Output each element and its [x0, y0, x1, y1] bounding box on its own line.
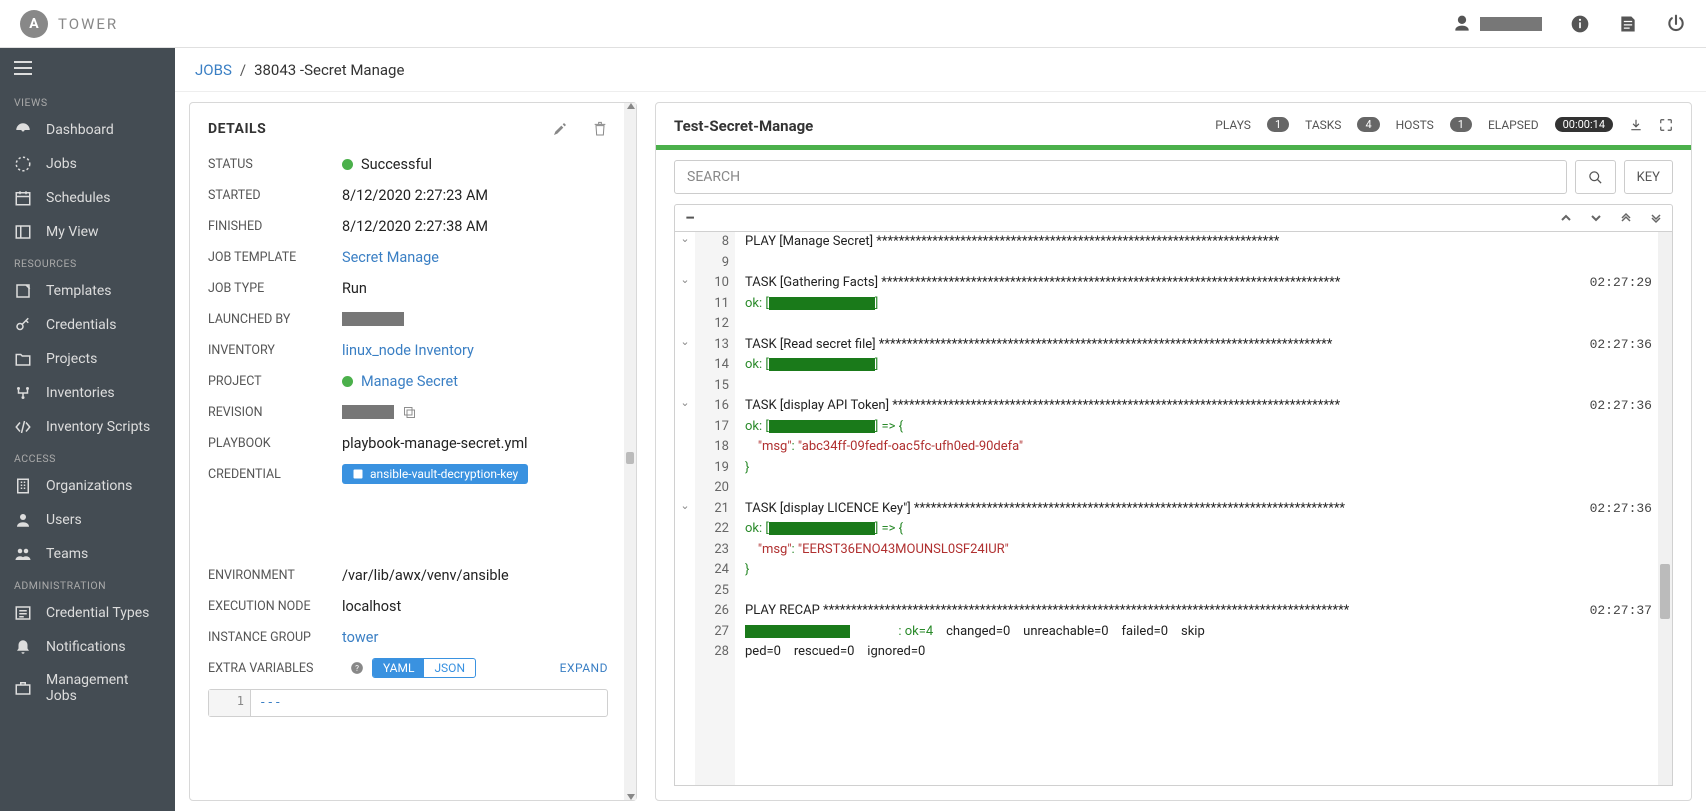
console-output[interactable]: ⌄⌄⌄⌄⌄ 8910111213141516171819202122232425…	[674, 232, 1673, 786]
format-toggle[interactable]: YAMLJSON	[372, 658, 476, 678]
breadcrumb-jobs[interactable]: JOBS	[195, 61, 232, 79]
scroll-bottom-icon[interactable]	[1650, 212, 1662, 224]
plays-count: 1	[1267, 117, 1289, 132]
relaunch-icon[interactable]	[552, 121, 568, 137]
details-panel: DETAILS STATUSSuccessful STARTED8/12/202…	[189, 102, 637, 801]
started-value: 8/12/2020 2:27:23 AM	[342, 187, 488, 204]
inventory-scripts-icon	[14, 418, 32, 436]
sidebar-item-schedules[interactable]: Schedules	[0, 181, 175, 215]
status-value: Successful	[342, 156, 432, 173]
tasks-count: 4	[1357, 117, 1379, 132]
organizations-icon	[14, 477, 32, 495]
copy-icon[interactable]	[402, 405, 417, 420]
extra-vars-editor[interactable]: 1 ---	[208, 689, 608, 717]
sidebar-item-inventories[interactable]: Inventories	[0, 376, 175, 410]
username-redacted	[1480, 17, 1542, 31]
console-scrollbar[interactable]	[1658, 232, 1672, 785]
sidebar-section: ACCESS	[0, 444, 175, 469]
collapse-all-button[interactable]: −	[685, 208, 695, 229]
info-icon[interactable]	[1570, 14, 1590, 34]
sidebar-item-teams[interactable]: Teams	[0, 537, 175, 571]
sidebar-item-dashboard[interactable]: Dashboard	[0, 113, 175, 147]
sidebar-item-templates[interactable]: Templates	[0, 274, 175, 308]
output-title: Test-Secret-Manage	[674, 117, 813, 135]
inventories-icon	[14, 384, 32, 402]
sidebar-item-users[interactable]: Users	[0, 503, 175, 537]
hamburger-icon	[14, 61, 32, 75]
finished-value: 8/12/2020 2:27:38 AM	[342, 218, 488, 235]
sidebar-section: VIEWS	[0, 88, 175, 113]
svg-text:?: ?	[355, 663, 359, 673]
management-jobs-icon	[14, 679, 32, 697]
scroll-top-icon[interactable]	[1620, 212, 1632, 224]
sidebar-item-my-view[interactable]: My View	[0, 215, 175, 249]
sidebar-section: RESOURCES	[0, 249, 175, 274]
dashboard-icon	[14, 121, 32, 139]
logo[interactable]: A TOWER	[20, 10, 118, 38]
jobs-icon	[14, 155, 32, 173]
logo-icon: A	[20, 10, 48, 38]
credential-pill[interactable]: ansible-vault-decryption-key	[342, 464, 528, 484]
sidebar-toggle[interactable]	[0, 48, 175, 88]
expand-icon[interactable]	[1659, 118, 1673, 132]
power-icon[interactable]	[1666, 14, 1686, 34]
details-title: DETAILS	[208, 121, 266, 137]
schedules-icon	[14, 189, 32, 207]
projects-icon	[14, 350, 32, 368]
expand-button[interactable]: EXPAND	[560, 661, 608, 675]
key-button[interactable]: KEY	[1624, 160, 1673, 194]
environment-value: /var/lib/awx/venv/ansible	[342, 567, 509, 584]
sidebar-item-organizations[interactable]: Organizations	[0, 469, 175, 503]
search-button[interactable]	[1575, 160, 1616, 194]
my-view-icon	[14, 223, 32, 241]
hosts-count: 1	[1450, 117, 1472, 132]
templates-icon	[14, 282, 32, 300]
sidebar-item-projects[interactable]: Projects	[0, 342, 175, 376]
sidebar: VIEWSDashboardJobsSchedulesMy ViewRESOUR…	[0, 48, 175, 811]
sidebar-item-credential-types[interactable]: Credential Types	[0, 596, 175, 630]
progress-bar	[656, 145, 1691, 150]
vault-icon	[352, 468, 364, 480]
instance-group-link[interactable]: tower	[342, 629, 378, 646]
sidebar-item-notifications[interactable]: Notifications	[0, 630, 175, 664]
search-icon	[1588, 170, 1603, 185]
sidebar-item-management-jobs[interactable]: Management Jobs	[0, 664, 175, 712]
topbar-actions	[1452, 14, 1686, 34]
credential-types-icon	[14, 604, 32, 622]
elapsed-time: 00:00:14	[1555, 117, 1613, 132]
job-template-link[interactable]: Secret Manage	[342, 249, 439, 266]
topbar: A TOWER	[0, 0, 1706, 48]
search-input[interactable]: SEARCH	[674, 160, 1567, 194]
revision-value	[342, 405, 417, 420]
users-icon	[14, 511, 32, 529]
breadcrumb: JOBS / 38043 -Secret Manage	[175, 48, 1706, 92]
sidebar-item-inventory-scripts[interactable]: Inventory Scripts	[0, 410, 175, 444]
playbook-value: playbook-manage-secret.yml	[342, 435, 528, 452]
output-panel: Test-Secret-Manage PLAYS1 TASKS4 HOSTS1 …	[655, 102, 1692, 801]
docs-icon[interactable]	[1618, 14, 1638, 34]
user-icon	[1452, 14, 1472, 34]
teams-icon	[14, 545, 32, 563]
sidebar-item-jobs[interactable]: Jobs	[0, 147, 175, 181]
help-icon[interactable]: ?	[350, 661, 364, 675]
breadcrumb-current: 38043 -Secret Manage	[254, 61, 404, 79]
details-scrollbar[interactable]	[624, 103, 636, 800]
delete-icon[interactable]	[592, 121, 608, 137]
sidebar-item-credentials[interactable]: Credentials	[0, 308, 175, 342]
sidebar-section: ADMINISTRATION	[0, 571, 175, 596]
chevron-up-icon[interactable]	[1560, 212, 1572, 224]
notifications-icon	[14, 638, 32, 656]
inventory-link[interactable]: linux_node Inventory	[342, 342, 474, 359]
launched-by-value	[342, 312, 404, 326]
job-type-value: Run	[342, 280, 367, 297]
project-link[interactable]: Manage Secret	[342, 373, 458, 390]
download-icon[interactable]	[1629, 118, 1643, 132]
brand-text: TOWER	[58, 15, 118, 33]
chevron-down-icon[interactable]	[1590, 212, 1602, 224]
output-toolbar: −	[674, 204, 1673, 232]
output-stats: PLAYS1 TASKS4 HOSTS1 ELAPSED00:00:14	[1215, 117, 1673, 132]
credentials-icon	[14, 316, 32, 334]
user-menu[interactable]	[1452, 14, 1542, 34]
execution-node-value: localhost	[342, 598, 401, 615]
